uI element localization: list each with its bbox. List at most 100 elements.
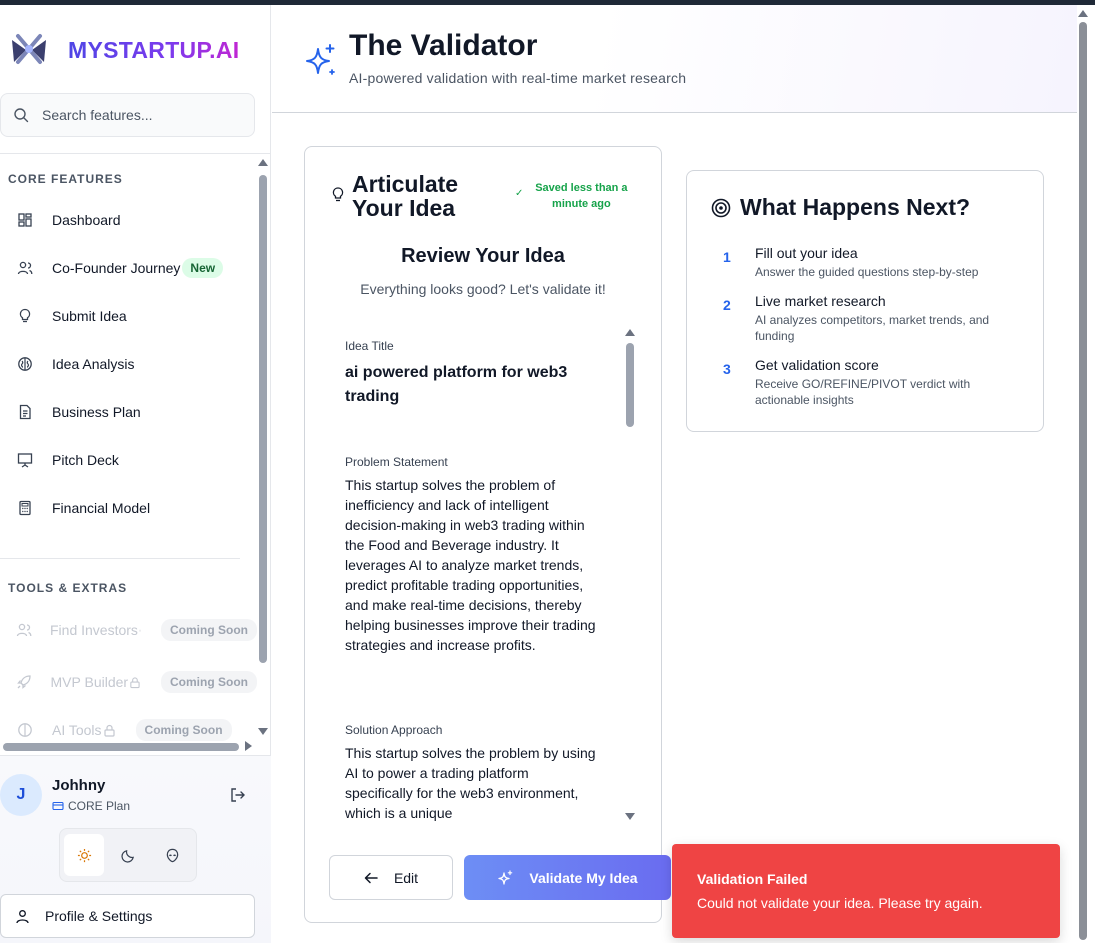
target-icon xyxy=(711,198,731,218)
articulate-idea-card: Articulate Your Idea ✓ Saved less than a… xyxy=(304,146,671,923)
document-icon xyxy=(16,403,34,421)
check-icon: ✓ xyxy=(515,188,524,199)
sparkles-icon xyxy=(498,869,513,885)
presentation-icon xyxy=(16,451,34,469)
dashboard-icon xyxy=(16,211,34,229)
brand[interactable]: MYSTARTUP.AI xyxy=(8,30,239,70)
scroll-right-arrow[interactable] xyxy=(245,741,252,751)
review-title: Review Your Idea xyxy=(401,245,565,267)
step-description: AI analyzes competitors, market trends, … xyxy=(755,313,990,343)
page-header: The Validator AI-powered validation with… xyxy=(272,5,1077,113)
sparkles-icon xyxy=(306,44,335,75)
light-theme-button[interactable] xyxy=(64,834,104,876)
sidebar-item-submit-idea[interactable]: Submit Idea xyxy=(0,296,257,336)
sidebar-item-idea-analysis[interactable]: Idea Analysis xyxy=(0,344,257,384)
step-number: 3 xyxy=(723,361,731,377)
section-title-core: CORE FEATURES xyxy=(8,172,123,186)
search-icon xyxy=(14,108,29,123)
alien-theme-button[interactable] xyxy=(152,834,192,876)
field-solution-approach: Solution Approach This startup solves th… xyxy=(345,723,600,823)
scroll-down-arrow[interactable] xyxy=(625,813,635,820)
search-box[interactable] xyxy=(0,93,255,137)
step-title: Live market research xyxy=(755,293,886,309)
scroll-up-arrow[interactable] xyxy=(625,329,635,336)
search-input[interactable] xyxy=(42,107,242,123)
step-description: Receive GO/REFINE/PIVOT verdict with act… xyxy=(755,377,971,407)
card-title: What Happens Next? xyxy=(740,194,971,220)
page-scrollbar[interactable] xyxy=(1079,22,1087,940)
profile-settings-label: Profile & Settings xyxy=(45,908,153,924)
sidebar-item-ai-tools: AI Tools Coming Soon xyxy=(0,710,257,745)
sidebar-item-mvp-builder: MVP Builder Coming Soon xyxy=(0,662,257,702)
dark-theme-button[interactable] xyxy=(108,834,148,876)
scroll-up-arrow[interactable] xyxy=(1078,10,1088,17)
logo-icon xyxy=(12,34,46,64)
lock-icon xyxy=(103,724,115,737)
brain-icon xyxy=(16,355,34,373)
lock-icon xyxy=(130,676,140,688)
review-subtitle: Everything looks good? Let's validate it… xyxy=(360,281,606,297)
sidebar-item-dashboard[interactable]: Dashboard xyxy=(0,200,257,240)
edit-button[interactable]: Edit xyxy=(329,855,453,900)
error-toast[interactable]: Validation Failed Could not validate you… xyxy=(672,844,1060,938)
sidebar-item-co-founder-journey[interactable]: Co-Founder Journey New xyxy=(0,248,257,288)
user-name: Johhny xyxy=(52,777,106,794)
rocket-icon xyxy=(16,673,33,691)
brand-name: MYSTARTUP.AI xyxy=(68,36,240,63)
users-icon xyxy=(16,621,32,639)
sidebar-item-pitch-deck[interactable]: Pitch Deck xyxy=(0,440,257,480)
divider xyxy=(0,558,240,559)
arrow-left-icon xyxy=(364,872,378,883)
step-title: Get validation score xyxy=(755,357,879,373)
field-value: This startup solves the problem by using… xyxy=(345,745,596,821)
validate-button-label: Validate My Idea xyxy=(529,869,638,886)
edit-button-label: Edit xyxy=(393,869,419,886)
brain-icon xyxy=(16,721,34,739)
sidebar: MYSTARTUP.AI CORE FEATURES Dashboard Co-… xyxy=(0,5,271,943)
field-value: This startup solves the problem of ineff… xyxy=(345,477,596,653)
scroll-down-arrow[interactable] xyxy=(258,728,268,735)
step-number: 2 xyxy=(723,297,731,313)
card-icon xyxy=(52,801,64,811)
review-scrollbar[interactable] xyxy=(626,343,634,427)
sidebar-item-label: AI Tools xyxy=(52,722,102,738)
field-problem-statement: Problem Statement This startup solves th… xyxy=(345,455,600,655)
sidebar-scrollbar[interactable] xyxy=(259,175,267,663)
coming-soon-badge: Coming Soon xyxy=(135,719,232,741)
moon-icon xyxy=(120,849,134,863)
sidebar-item-label: Idea Analysis xyxy=(52,356,135,372)
sidebar-item-label: Co-Founder Journey xyxy=(52,260,181,276)
nav-scroll-area[interactable]: CORE FEATURES Dashboard Co-Founder Journ… xyxy=(0,155,257,745)
logout-icon[interactable] xyxy=(229,786,247,804)
alien-icon xyxy=(166,848,178,862)
review-scroll-area[interactable]: Idea Title ai powered platform for web3 … xyxy=(329,325,639,823)
page-title: The Validator xyxy=(349,29,538,62)
scroll-up-arrow[interactable] xyxy=(258,159,268,166)
sidebar-item-business-plan[interactable]: Business Plan xyxy=(0,392,257,432)
field-label: Problem Statement xyxy=(345,455,448,469)
validate-idea-button[interactable]: Validate My Idea xyxy=(464,855,671,900)
sidebar-item-label: Pitch Deck xyxy=(52,452,119,468)
save-status: ✓ Saved less than a minute ago xyxy=(515,180,629,212)
profile-settings-button[interactable]: Profile & Settings xyxy=(0,894,255,938)
coming-soon-badge: Coming Soon xyxy=(161,671,257,693)
what-happens-next-card: What Happens Next? 1 Fill out your idea … xyxy=(686,170,1044,432)
sidebar-item-label: Business Plan xyxy=(52,404,141,420)
section-title-tools: TOOLS & EXTRAS xyxy=(8,581,128,595)
theme-switcher xyxy=(59,828,197,882)
step-description: Answer the guided questions step-by-step xyxy=(755,265,979,279)
sidebar-item-financial-model[interactable]: Financial Model xyxy=(0,488,257,528)
sidebar-horizontal-scrollbar[interactable] xyxy=(3,743,239,751)
sidebar-item-label: Submit Idea xyxy=(52,308,127,324)
field-label: Idea Title xyxy=(345,339,394,353)
avatar[interactable]: J xyxy=(0,774,42,816)
card-title: Articulate Your Idea xyxy=(352,171,459,221)
field-value: ai powered platform for web3 trading xyxy=(345,364,568,405)
lightbulb-icon xyxy=(16,307,34,325)
field-label: Solution Approach xyxy=(345,723,443,737)
lightbulb-icon xyxy=(332,187,344,202)
sidebar-item-label: Dashboard xyxy=(52,212,121,228)
plan-label: CORE Plan xyxy=(68,799,131,813)
main-content: The Validator AI-powered validation with… xyxy=(272,5,1077,943)
sidebar-item-label: Find Investors xyxy=(50,622,138,638)
